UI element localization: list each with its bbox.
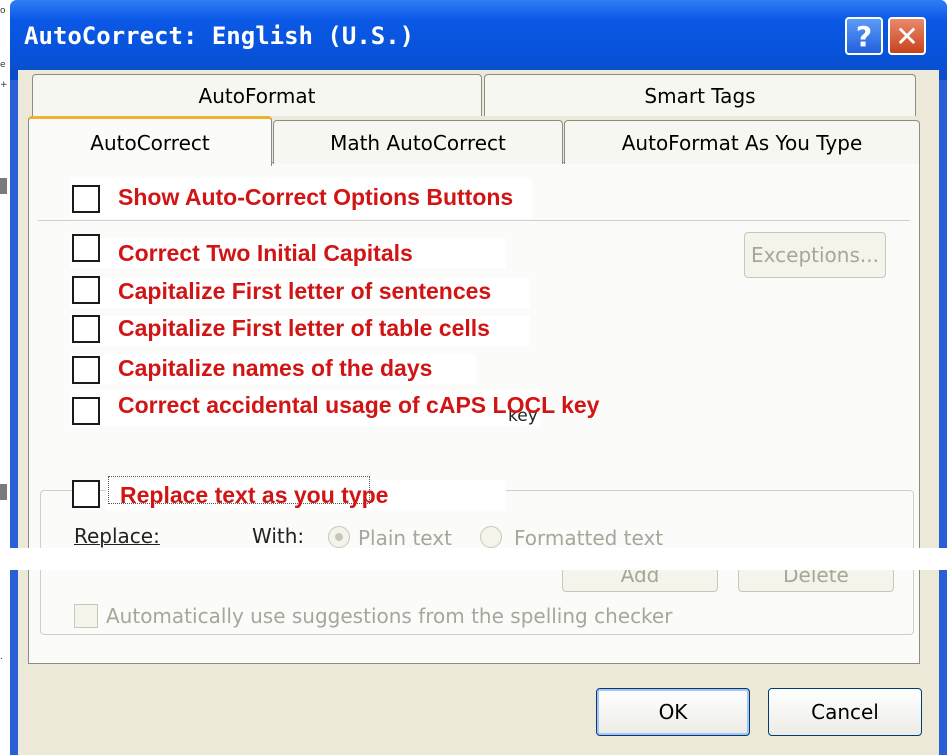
option-label: Capitalize First letter of table cells: [118, 315, 490, 341]
autocorrect-dialog: AutoCorrect: English (U.S.) ? ✕ AutoForm…: [10, 0, 947, 755]
tab-label: AutoFormat As You Type: [621, 130, 863, 155]
replace-label: Replace:: [74, 524, 160, 548]
show-autocorrect-options-checkbox[interactable]: [72, 185, 100, 213]
exceptions-button[interactable]: Exceptions...: [744, 232, 886, 278]
capitalize-first-letter-sentences-checkbox[interactable]: [72, 276, 100, 304]
button-label: Cancel: [811, 700, 879, 724]
capitalize-first-letter-table-cells-checkbox[interactable]: [72, 315, 100, 343]
separator: [38, 220, 910, 221]
option-label: Correct Two Initial Capitals: [118, 240, 413, 266]
replace-text-as-you-type-checkbox[interactable]: [72, 480, 100, 508]
background-text: +: [0, 80, 8, 90]
option-label: Capitalize names of the days: [118, 355, 433, 381]
correct-two-initial-capitals-checkbox[interactable]: [72, 234, 100, 262]
close-icon: ✕: [895, 19, 919, 53]
button-label: OK: [658, 700, 688, 724]
overlay-strip: [0, 548, 947, 570]
tab-autoformat-as-you-type[interactable]: AutoFormat As You Type: [564, 120, 920, 164]
option-label: Correct accidental usage of cAPS LOCL ke…: [118, 392, 600, 418]
option-label: Replace text as you type: [120, 482, 389, 508]
button-label: Exceptions...: [751, 243, 879, 267]
spelling-suggestions-label: Automatically use suggestions from the s…: [106, 604, 673, 628]
spelling-suggestions-checkbox[interactable]: [74, 604, 98, 628]
dialog-body: AutoFormat Smart Tags Math AutoCorrect A…: [18, 70, 939, 755]
capitalize-names-of-days-checkbox[interactable]: [72, 356, 100, 384]
help-icon: ?: [855, 19, 873, 53]
help-button[interactable]: ?: [845, 17, 883, 55]
tab-label: AutoFormat: [198, 83, 316, 108]
formatted-text-label: Formatted text: [514, 526, 664, 550]
with-label: With:: [252, 524, 305, 548]
background-text: .: [0, 652, 3, 662]
plain-text-label: Plain text: [358, 526, 452, 550]
background-text: e: [0, 60, 6, 70]
tab-math-autocorrect[interactable]: Math AutoCorrect: [273, 120, 563, 164]
title-bar[interactable]: AutoCorrect: English (U.S.) ? ✕: [10, 0, 947, 80]
correct-caps-lock-checkbox[interactable]: [72, 397, 100, 425]
tab-autoformat[interactable]: AutoFormat: [32, 74, 482, 116]
background-block: [0, 484, 7, 500]
tab-label: Smart Tags: [644, 83, 756, 108]
close-button[interactable]: ✕: [888, 17, 926, 55]
option-label: Show Auto-Correct Options Buttons: [118, 184, 514, 210]
background-block: [0, 178, 7, 194]
background-text: o: [0, 6, 6, 16]
tab-label: AutoCorrect: [90, 130, 210, 155]
tab-autocorrect[interactable]: AutoCorrect: [28, 116, 272, 166]
option-label: Capitalize First letter of sentences: [118, 278, 492, 304]
plain-text-radio[interactable]: [328, 526, 350, 548]
formatted-text-radio[interactable]: [480, 526, 502, 548]
tab-smart-tags[interactable]: Smart Tags: [484, 74, 916, 116]
tab-label: Math AutoCorrect: [330, 130, 506, 155]
ok-button[interactable]: OK: [596, 688, 750, 736]
cancel-button[interactable]: Cancel: [768, 688, 922, 736]
window-title: AutoCorrect: English (U.S.): [24, 22, 415, 50]
